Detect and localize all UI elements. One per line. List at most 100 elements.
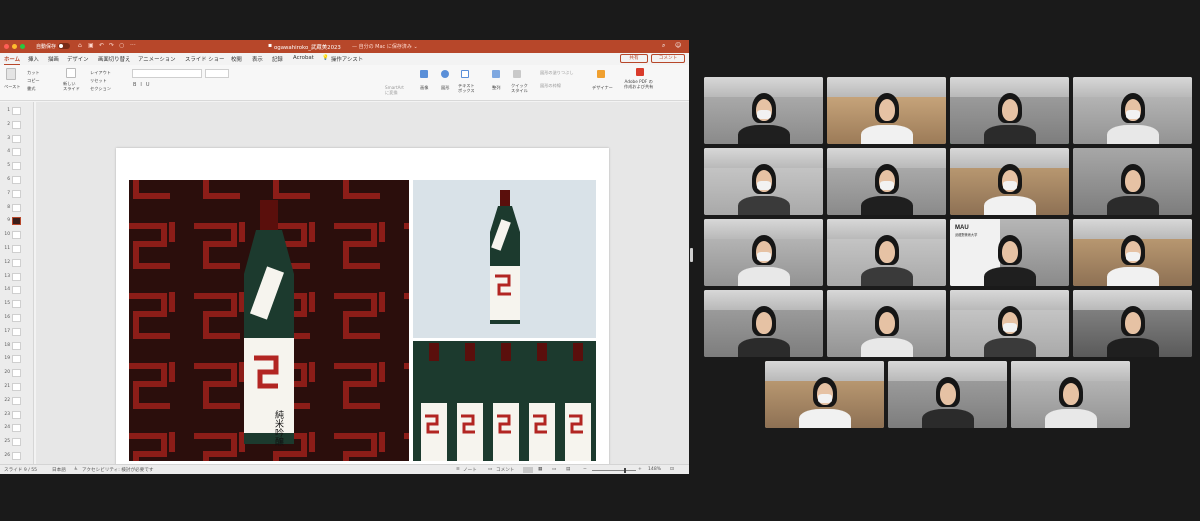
slide-thumbnail[interactable]: 8	[0, 203, 33, 214]
current-slide[interactable]: 純米吟醸	[116, 148, 609, 474]
slide-thumbnail[interactable]: 13	[0, 272, 33, 283]
participant-video-tile[interactable]	[827, 219, 946, 286]
slide-thumbnail[interactable]: 21	[0, 382, 33, 393]
picture-label[interactable]: 画像	[420, 85, 428, 91]
tab-animations[interactable]: アニメーション	[138, 55, 176, 63]
participant-video-tile[interactable]	[1073, 219, 1192, 286]
shape-fill-button[interactable]: 図形の塗りつぶし	[540, 70, 574, 76]
tab-slideshow[interactable]: スライド ショー	[185, 55, 224, 63]
comments-button[interactable]: コメント	[496, 467, 514, 473]
slide-thumbnail[interactable]: 9	[0, 216, 33, 227]
reading-view-icon[interactable]: ▭	[552, 467, 556, 472]
zoom-window-button[interactable]	[20, 44, 25, 49]
zoom-out-button[interactable]: −	[583, 467, 587, 472]
designer-icon[interactable]	[597, 70, 605, 78]
slide-thumbnail[interactable]: 12	[0, 258, 33, 269]
split-view-handle[interactable]	[690, 248, 693, 262]
home-icon[interactable]: ⌂	[78, 42, 82, 49]
fit-slide-icon[interactable]: ⊡	[670, 467, 674, 472]
participant-video-tile[interactable]	[950, 290, 1069, 357]
quick-style-icon[interactable]	[513, 70, 521, 78]
slide-thumbnail[interactable]: 14	[0, 285, 33, 296]
normal-view-button[interactable]	[523, 467, 533, 473]
save-icon[interactable]: ▣	[88, 42, 94, 49]
textbox-icon[interactable]	[461, 70, 469, 78]
slide-thumbnail[interactable]: 26	[0, 451, 33, 462]
slide-thumbnail[interactable]: 19	[0, 354, 33, 365]
participant-video-tile[interactable]	[950, 77, 1069, 144]
accessibility-status[interactable]: アクセシビリティ: 検討が必要です	[82, 467, 153, 473]
slide-thumbnail[interactable]: 25	[0, 437, 33, 448]
slide-thumbnail[interactable]: 1	[0, 106, 33, 117]
layout-button[interactable]: レイアウト	[90, 70, 111, 76]
smartart-button[interactable]: SmartArt に変換	[385, 85, 404, 95]
format-painter-button[interactable]: 書式	[27, 86, 35, 92]
document-save-status[interactable]: — 自分の Mac に保存済み ⌄	[352, 43, 418, 50]
zoom-level[interactable]: 148%	[648, 467, 661, 472]
font-name-select[interactable]	[132, 69, 202, 78]
start-slideshow-icon[interactable]: ○	[119, 42, 124, 49]
tab-home[interactable]: ホーム	[4, 55, 21, 65]
tab-transitions[interactable]: 画面切り替え	[98, 55, 130, 63]
search-icon[interactable]: ⌕	[662, 42, 665, 50]
slide-thumbnail[interactable]: 5	[0, 161, 33, 172]
slide-thumbnail[interactable]: 24	[0, 423, 33, 434]
share-button[interactable]: 共有	[620, 54, 648, 63]
reset-button[interactable]: リセット	[90, 78, 107, 84]
minimize-window-button[interactable]	[12, 44, 17, 49]
slide-thumbnail[interactable]: 10	[0, 230, 33, 241]
slide-thumbnail[interactable]: 3	[0, 134, 33, 145]
sorter-view-icon[interactable]: ▦	[538, 467, 542, 472]
adobe-pdf-label[interactable]: Adobe PDF の 作成および共有	[624, 79, 653, 89]
slide-thumbnail[interactable]: 23	[0, 410, 33, 421]
slide-thumbnail[interactable]: 4	[0, 147, 33, 158]
tab-record[interactable]: 記録	[272, 55, 283, 63]
slideshow-view-icon[interactable]: ▤	[566, 467, 570, 472]
arrange-label[interactable]: 整列	[492, 85, 500, 91]
designer-label[interactable]: デザイナー	[592, 85, 613, 91]
participant-video-tile[interactable]	[827, 290, 946, 357]
paste-label[interactable]: ペースト	[4, 84, 21, 90]
adobe-pdf-icon[interactable]	[636, 68, 644, 76]
zoom-slider-thumb[interactable]	[624, 468, 626, 473]
arrange-icon[interactable]	[492, 70, 500, 78]
participant-video-tile[interactable]	[827, 148, 946, 215]
zoom-in-button[interactable]: +	[638, 467, 642, 472]
participant-video-tile[interactable]	[1073, 148, 1192, 215]
cut-button[interactable]: カット	[27, 70, 40, 76]
paste-icon[interactable]	[6, 68, 16, 80]
shape-label[interactable]: 図形	[441, 85, 449, 91]
quick-style-label[interactable]: クイック スタイル	[511, 83, 528, 93]
tab-draw[interactable]: 描画	[48, 55, 59, 63]
tab-review[interactable]: 校閲	[231, 55, 242, 63]
language-indicator[interactable]: 日本語	[52, 467, 66, 473]
participant-video-tile[interactable]	[704, 219, 823, 286]
slide-thumbnail[interactable]: 20	[0, 368, 33, 379]
participant-video-tile[interactable]	[1073, 77, 1192, 144]
tab-tell-me[interactable]: 操作アシスト	[331, 55, 363, 63]
comment-button[interactable]: コメント	[651, 54, 685, 63]
participant-video-tile[interactable]	[888, 361, 1007, 428]
participant-video-tile[interactable]	[1011, 361, 1130, 428]
tab-insert[interactable]: 挿入	[28, 55, 39, 63]
new-slide-label[interactable]: 新しい スライド	[63, 81, 80, 91]
redo-icon[interactable]: ↷	[109, 42, 114, 49]
slide-thumbnail[interactable]: 15	[0, 299, 33, 310]
picture-icon[interactable]	[420, 70, 428, 78]
participant-video-tile[interactable]	[765, 361, 884, 428]
participant-video-tile[interactable]	[704, 148, 823, 215]
participant-video-tile[interactable]	[704, 77, 823, 144]
new-slide-icon[interactable]	[66, 68, 76, 78]
textbox-label[interactable]: テキスト ボックス	[458, 83, 475, 93]
participant-video-tile[interactable]: MAU 武蔵野美術大学	[950, 219, 1069, 286]
slide-thumbnail[interactable]: 18	[0, 341, 33, 352]
slide-thumbnail[interactable]: 6	[0, 175, 33, 186]
more-icon[interactable]: ···	[130, 42, 136, 49]
slide-thumbnail[interactable]: 7	[0, 189, 33, 200]
autosave-toggle[interactable]	[58, 43, 70, 49]
slide-thumbnail[interactable]: 17	[0, 327, 33, 338]
section-button[interactable]: セクション	[90, 86, 111, 92]
font-size-select[interactable]	[205, 69, 229, 78]
tab-view[interactable]: 表示	[252, 55, 263, 63]
participant-video-tile[interactable]	[1073, 290, 1192, 357]
